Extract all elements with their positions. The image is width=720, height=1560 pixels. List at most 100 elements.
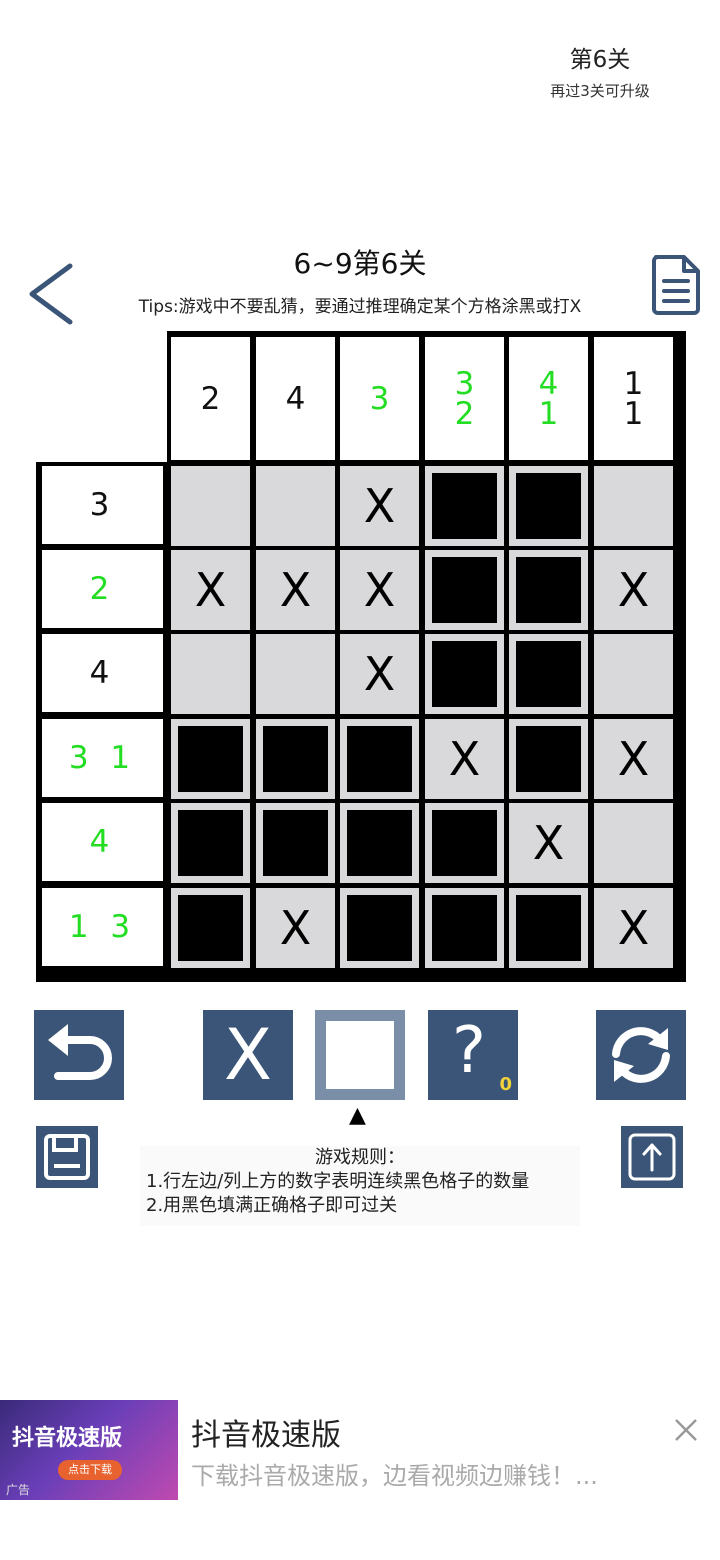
column-clue-numbers: 41 (509, 337, 588, 460)
grid-cell-filled[interactable] (425, 466, 504, 546)
row-clue: 4 (42, 803, 163, 881)
clue-number: 1 (623, 365, 644, 402)
clue-number: 4 (285, 380, 306, 417)
grid-cell-filled[interactable] (509, 550, 588, 630)
grid-cell-filled[interactable] (509, 634, 588, 714)
grid-cell-filled[interactable] (509, 888, 588, 968)
cross-tool-button[interactable]: X (203, 1010, 293, 1100)
close-icon (675, 1419, 697, 1441)
grid-cell-cross[interactable]: X (509, 803, 588, 883)
rules-line-2: 2.用黑色填满正确格子即可过关 (146, 1195, 398, 1216)
grid-cell-empty[interactable] (256, 466, 335, 546)
row-clue: 1 3 (42, 888, 163, 966)
grid-cell-empty[interactable] (594, 634, 673, 714)
grid-cell-empty[interactable] (256, 634, 335, 714)
fill-swatch (326, 1021, 394, 1089)
grid-cell-filled[interactable] (509, 719, 588, 799)
grid-cell-filled[interactable] (171, 803, 250, 883)
grid-cell-filled[interactable] (340, 803, 419, 883)
column-clue: 41 (505, 331, 592, 464)
row-clue: 3 (42, 466, 163, 544)
save-button[interactable] (36, 1126, 98, 1188)
column-clue-numbers: 4 (256, 337, 335, 460)
column-clue: 11 (590, 331, 677, 464)
grid-cell-cross[interactable]: X (171, 550, 250, 630)
share-icon (628, 1133, 676, 1181)
hint-count: 0 (499, 1074, 512, 1095)
grid-cell-filled[interactable] (256, 719, 335, 799)
game-rules: 游戏规则： 1.行左边/列上方的数字表明连续黑色格子的数量 2.用黑色填满正确格… (140, 1146, 580, 1226)
grid-cell-cross[interactable]: X (340, 466, 419, 546)
grid-cell-filled[interactable] (171, 888, 250, 968)
nonogram-board: 243324111 3243 141 3 XXXXXXXXXXX (36, 331, 686, 982)
column-clue-numbers: 3 (340, 337, 419, 460)
row-clue: 4 (42, 634, 163, 712)
grid-cell-empty[interactable] (594, 466, 673, 546)
grid-cell-cross[interactable]: X (340, 550, 419, 630)
level-title: 第6关 (569, 47, 631, 73)
row-clue: 2 (42, 550, 163, 628)
column-clue-numbers: 32 (425, 337, 504, 460)
grid-cell-cross[interactable]: X (594, 550, 673, 630)
level-progress-hint: 再过3关可升级 (550, 82, 650, 100)
grid-cell-filled[interactable] (256, 803, 335, 883)
clue-number: 3 (369, 380, 390, 417)
clue-number: 1 (623, 395, 644, 432)
grid-cell-cross[interactable]: X (594, 719, 673, 799)
clue-number: 4 (538, 365, 559, 402)
clue-number: 2 (200, 380, 221, 417)
grid-cell-empty[interactable] (171, 466, 250, 546)
column-clue: 3 (336, 331, 423, 464)
column-clue: 2 (167, 331, 254, 464)
undo-button[interactable] (34, 1010, 124, 1100)
ad-description[interactable]: 下载抖音极速版，边看视频边赚钱！... (191, 1456, 598, 1491)
grid-cell-cross[interactable]: X (256, 888, 335, 968)
column-clue-numbers: 11 (594, 337, 673, 460)
grid-cell-cross[interactable]: X (340, 634, 419, 714)
ad-thumbnail-footer: 广告 (6, 1483, 31, 1497)
grid-cell-cross[interactable]: X (594, 888, 673, 968)
tips-text: Tips:游戏中不要乱猜，要通过推理确定某个方格涂黑或打X (138, 297, 582, 317)
grid-cell-filled[interactable] (425, 888, 504, 968)
column-clue: 4 (252, 331, 339, 464)
grid-cell-cross[interactable]: X (256, 550, 335, 630)
selected-tool-marker: ▲ (349, 1103, 366, 1128)
grid-cell-empty[interactable] (594, 803, 673, 883)
ad-banner[interactable]: 抖音极速版 点击下载 广告 抖音极速版 下载抖音极速版，边看视频边赚钱！... (0, 1398, 720, 1502)
grid-cell-filled[interactable] (425, 634, 504, 714)
ad-close-button[interactable] (672, 1416, 700, 1444)
row-clues: 3243 141 3 (36, 462, 167, 982)
ad-thumbnail-cta[interactable]: 点击下载 (58, 1460, 122, 1480)
reset-button[interactable] (596, 1010, 686, 1100)
ad-thumbnail-label: 抖音极速版 (12, 1426, 123, 1451)
grid-cell-cross[interactable]: X (425, 719, 504, 799)
grid-cell-filled[interactable] (340, 888, 419, 968)
clue-number: 1 (538, 395, 559, 432)
grid-cell-filled[interactable] (340, 719, 419, 799)
puzzle-title: 6~9第6关 (293, 247, 427, 280)
row-clue: 3 1 (42, 719, 163, 797)
share-button[interactable] (621, 1126, 683, 1188)
hint-label: ? (452, 1014, 486, 1088)
clue-number: 3 (454, 365, 475, 402)
grid-cell-filled[interactable] (171, 719, 250, 799)
column-clue-numbers: 2 (171, 337, 250, 460)
rules-document-button[interactable] (650, 253, 702, 315)
hint-button[interactable]: ? 0 (428, 1010, 518, 1100)
clue-number: 2 (454, 395, 475, 432)
rules-line-1: 1.行左边/列上方的数字表明连续黑色格子的数量 (146, 1171, 530, 1192)
ad-title[interactable]: 抖音极速版 (191, 1410, 341, 1454)
save-icon (44, 1134, 90, 1180)
rules-title: 游戏规则： (315, 1147, 405, 1168)
grid-cell-filled[interactable] (425, 803, 504, 883)
puzzle-grid: XXXXXXXXXXX (167, 462, 686, 982)
fill-tool-button[interactable] (315, 1010, 405, 1100)
grid-cell-filled[interactable] (425, 550, 504, 630)
column-clue: 32 (421, 331, 508, 464)
document-icon (652, 255, 700, 315)
grid-cell-filled[interactable] (509, 466, 588, 546)
refresh-icon (612, 1027, 670, 1083)
column-clues: 243324111 (167, 331, 686, 464)
grid-cell-empty[interactable] (171, 634, 250, 714)
ad-thumbnail[interactable]: 抖音极速版 点击下载 广告 (0, 1400, 178, 1500)
